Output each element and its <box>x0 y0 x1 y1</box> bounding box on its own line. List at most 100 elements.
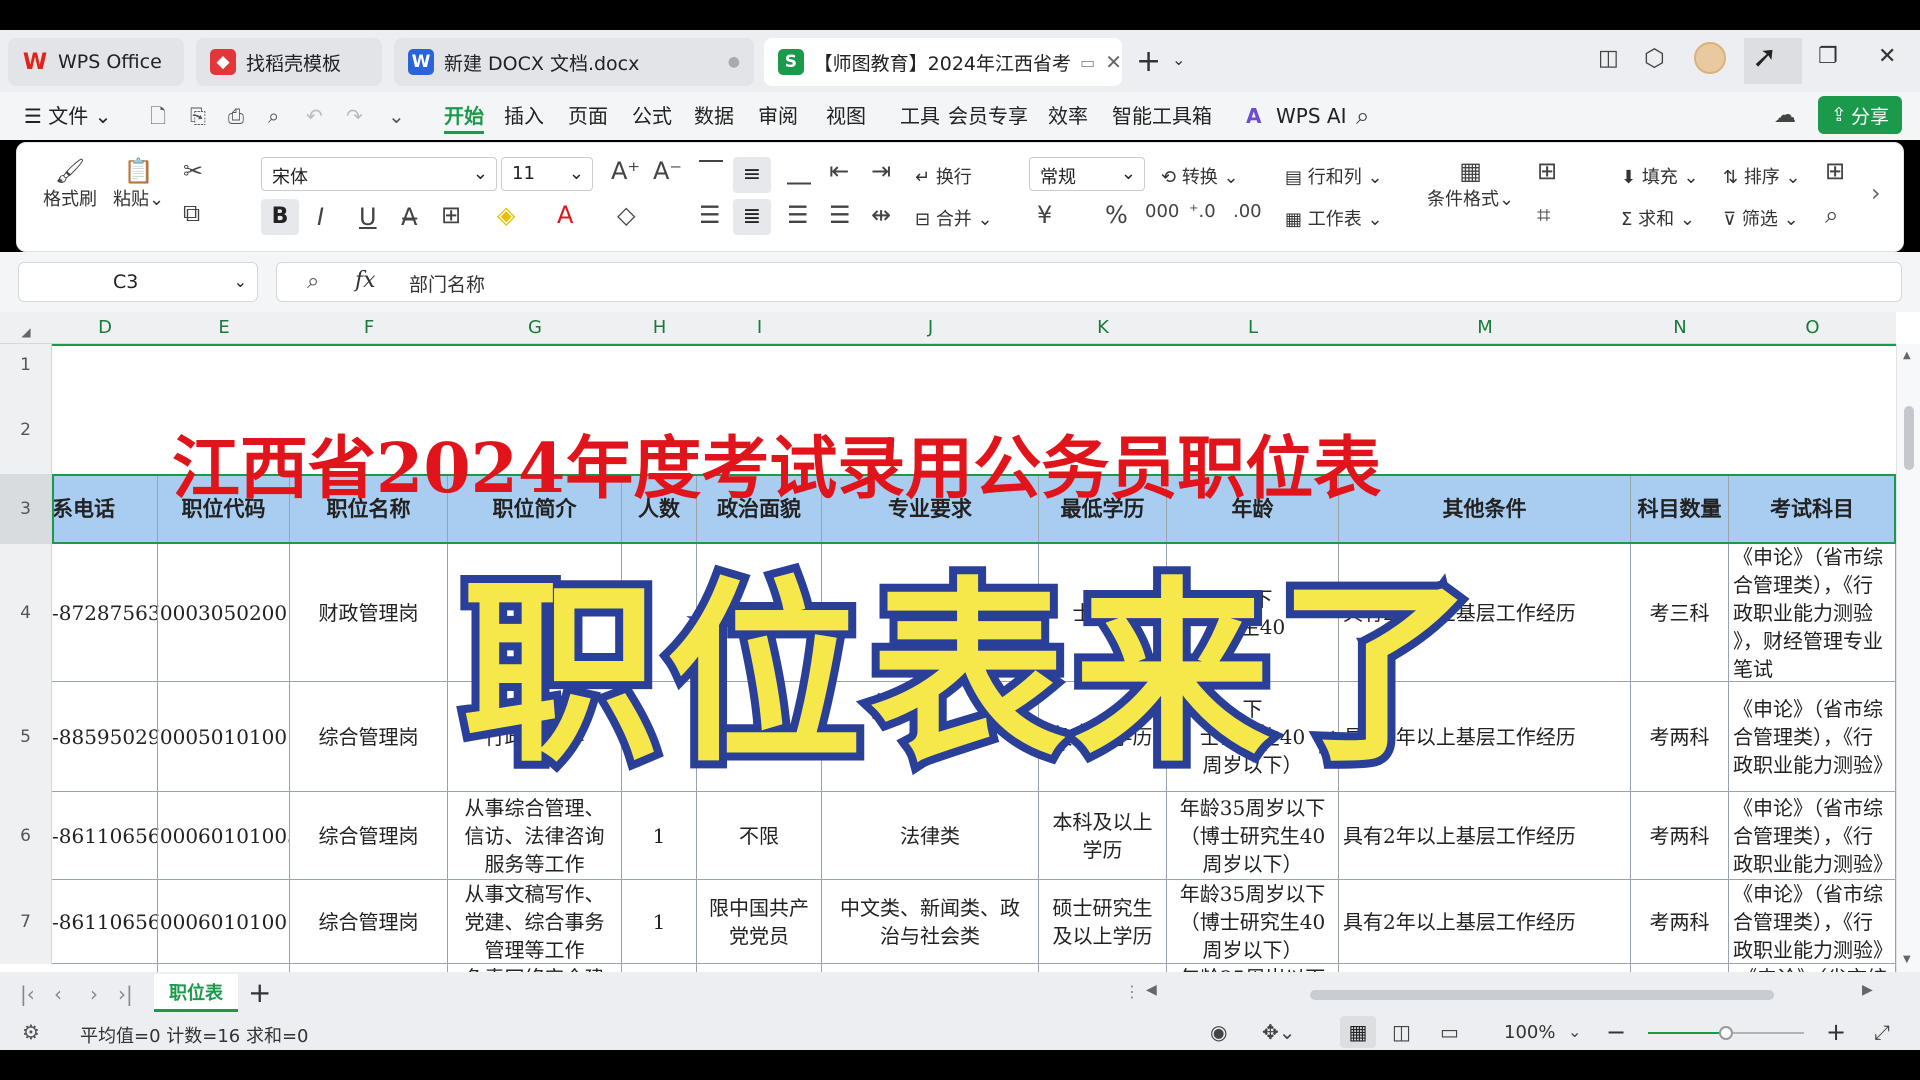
data-cell[interactable] <box>158 964 290 972</box>
paste-button[interactable]: 📋 粘贴⌄ <box>113 157 164 211</box>
data-cell[interactable]: 综合管理岗 <box>290 792 448 880</box>
thousands-icon[interactable]: 000 <box>1145 201 1179 222</box>
border-icon[interactable]: ⊞ <box>441 201 461 229</box>
menu-tab[interactable]: 开始 <box>444 98 484 134</box>
data-cell[interactable] <box>1631 964 1729 972</box>
menu-tab[interactable]: 智能工具箱 <box>1112 98 1212 134</box>
data-cell[interactable] <box>822 964 1039 972</box>
data-cell[interactable]: 《申论》（省市综 合管理类），《行 政职业能力测验》 <box>1729 792 1896 880</box>
scroll-up-icon[interactable]: ▲ <box>1903 350 1911 361</box>
close-icon[interactable]: ✕ <box>1105 50 1122 74</box>
align-middle-icon[interactable]: ≡ <box>733 157 771 193</box>
row-header[interactable]: 1 <box>0 344 52 386</box>
underline-icon[interactable]: U <box>359 203 377 231</box>
data-cell[interactable]: 1 <box>622 880 697 964</box>
data-cell[interactable] <box>1339 964 1631 972</box>
data-cell[interactable]: 700030502001 <box>158 544 290 682</box>
data-cell[interactable]: 考两科 <box>1631 880 1729 964</box>
page-break-icon[interactable]: ▭ <box>1440 1020 1459 1044</box>
menu-tab[interactable]: 插入 <box>504 98 544 134</box>
zoom-in-icon[interactable]: + <box>1826 1018 1846 1046</box>
wps-ai-button[interactable]: WPS AI <box>1276 98 1346 134</box>
data-cell[interactable]: 1 <box>622 792 697 880</box>
cut-icon[interactable]: ✂ <box>183 157 203 185</box>
undo-icon[interactable]: ↶ <box>306 98 323 134</box>
cell-reference-box[interactable]: C3 ⌄ <box>18 262 258 302</box>
redo-icon[interactable]: ↷ <box>346 98 363 134</box>
data-cell[interactable]: 《申论》（省市综 合管理类），《行 政职业能力测验》 <box>1729 682 1896 792</box>
data-cell[interactable]: -86110656 <box>52 792 158 880</box>
data-cell[interactable]: 负责网络安全建 <box>448 964 622 972</box>
chevron-down-icon[interactable]: ⌄ <box>1172 50 1185 69</box>
data-cell[interactable]: 具有2年以上基层工作经历 <box>1339 792 1631 880</box>
chevron-down-icon[interactable]: ⌄ <box>1568 1022 1581 1041</box>
row-header[interactable]: 7 <box>0 880 52 964</box>
data-cell[interactable]: 从事综合管理、 信访、法律咨询 服务等工作 <box>448 792 622 880</box>
file-menu[interactable]: ☰ 文件 ⌄ <box>24 98 111 134</box>
bold-button[interactable]: B <box>261 199 299 235</box>
export-icon[interactable]: ⎘ <box>190 98 206 134</box>
zoom-slider-track[interactable] <box>1648 1026 1804 1040</box>
wrap-button[interactable]: ↵ 换行 <box>915 163 972 189</box>
data-cell[interactable]: 本科及以上 学历 <box>1039 792 1167 880</box>
menu-tab[interactable]: 效率 <box>1048 98 1088 134</box>
data-cell[interactable]: 700060101003 <box>158 792 290 880</box>
sheet-title[interactable]: 江西省2024年度考试录用公务员职位表 <box>172 413 1381 512</box>
increase-font-icon[interactable]: A⁺ <box>611 157 640 185</box>
data-cell[interactable]: -86110656 <box>52 880 158 964</box>
data-cell[interactable]: 700060101001 <box>158 880 290 964</box>
zoom-out-icon[interactable]: − <box>1606 1018 1626 1046</box>
find-icon[interactable]: ⌕ <box>1825 201 1838 229</box>
strikethrough-icon[interactable]: A̶ <box>401 203 417 231</box>
column-header[interactable]: O <box>1729 312 1896 344</box>
percent-icon[interactable]: % <box>1105 201 1128 229</box>
sort-button[interactable]: ⇅ 排序 ⌄ <box>1723 163 1801 189</box>
column-header[interactable]: J <box>822 312 1039 344</box>
indent-decrease-icon[interactable]: ⇤ <box>829 157 849 185</box>
data-cell[interactable]: 《申论》（省市综 <box>1729 964 1896 972</box>
data-cell[interactable]: 硕士研究生 及以上学历 <box>1039 880 1167 964</box>
merge-button[interactable]: ⊟ 合并 ⌄ <box>915 205 993 231</box>
prev-sheet-icon[interactable]: ‹ <box>54 982 62 1006</box>
select-all-corner[interactable]: ◢ <box>0 312 52 344</box>
tab-wps-office[interactable]: W WPS Office <box>8 38 184 86</box>
font-name-select[interactable]: 宋体 ⌄ <box>261 157 497 191</box>
font-size-select[interactable]: 11 ⌄ <box>501 157 593 191</box>
sum-button[interactable]: Σ 求和 ⌄ <box>1621 205 1695 231</box>
tab-docx[interactable]: W 新建 DOCX 文档.docx ● <box>394 38 754 86</box>
zoom-search-icon[interactable]: ⌕ <box>307 269 319 294</box>
data-cell[interactable]: 财政管理岗 <box>290 544 448 682</box>
data-cell[interactable]: 综合管理岗 <box>290 682 448 792</box>
vertical-scroll-thumb[interactable] <box>1904 406 1914 470</box>
layout-icon[interactable]: ◫ <box>1598 46 1619 71</box>
data-cell[interactable]: 考三科 <box>1631 544 1729 682</box>
page-layout-icon[interactable]: ◫ <box>1392 1020 1411 1044</box>
data-cell[interactable]: -87287563 <box>52 544 158 682</box>
crop-icon[interactable]: ⌗ <box>1537 201 1551 229</box>
column-header[interactable]: K <box>1039 312 1167 344</box>
ribbon-scroll-right-icon[interactable]: › <box>1871 179 1881 207</box>
row-header[interactable]: 6 <box>0 792 52 880</box>
number-format-select[interactable]: 常规 ⌄ <box>1029 157 1145 191</box>
row-header[interactable]: 5 <box>0 682 52 792</box>
data-cell[interactable] <box>622 964 697 972</box>
first-sheet-icon[interactable]: |‹ <box>20 982 35 1006</box>
print-icon[interactable]: ⎙ <box>228 98 244 134</box>
menu-tab[interactable]: 公式 <box>632 98 672 134</box>
normal-view-icon[interactable]: ▦ <box>1340 1016 1376 1048</box>
next-sheet-icon[interactable]: › <box>90 982 98 1006</box>
eye-protection-icon[interactable]: ◉ <box>1210 1020 1227 1044</box>
tab-docer[interactable]: ◆ 找稻壳模板 <box>196 38 382 86</box>
data-cell[interactable]: 不限 <box>697 792 822 880</box>
menu-tab[interactable]: 数据 <box>694 98 734 134</box>
zoom-level[interactable]: 100% <box>1504 1022 1555 1043</box>
data-cell[interactable]: 《申论》（省市综 合管理类），《行 政职业能力测验》 <box>1729 880 1896 964</box>
scroll-right-icon[interactable]: ▶ <box>1862 982 1873 998</box>
data-cell[interactable]: -88595029 <box>52 682 158 792</box>
worksheet-button[interactable]: ▦ 工作表 ⌄ <box>1285 205 1383 231</box>
data-cell[interactable] <box>1039 964 1167 972</box>
data-cell[interactable]: 中文类、新闻类、政 治与社会类 <box>822 880 1039 964</box>
format-painter-button[interactable]: 🖌 格式刷 <box>43 157 97 211</box>
fill-button[interactable]: ⬇ 填充 ⌄ <box>1621 163 1699 189</box>
cloud-icon[interactable]: ☁ <box>1774 98 1796 134</box>
